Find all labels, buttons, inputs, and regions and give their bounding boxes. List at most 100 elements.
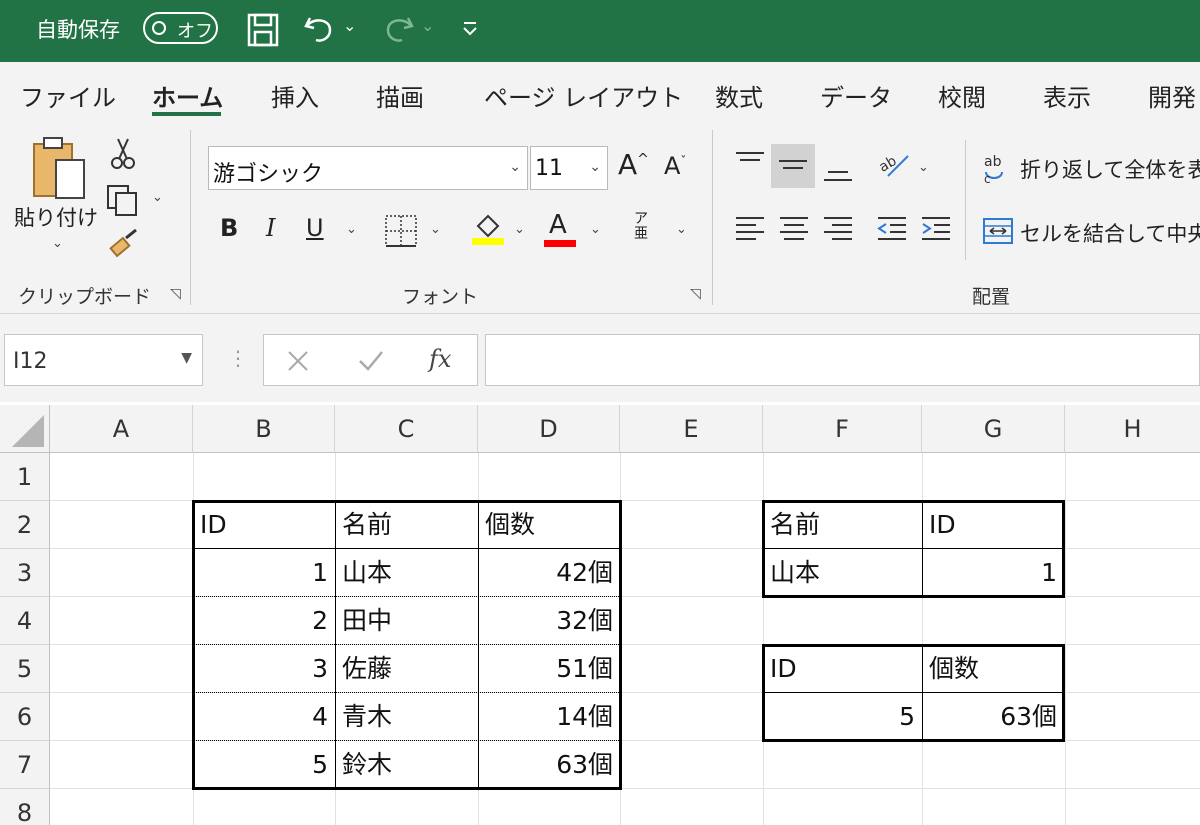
- cell-g2[interactable]: ID: [923, 501, 1063, 549]
- tab-view[interactable]: 表示: [1043, 78, 1091, 113]
- borders-icon[interactable]: [384, 214, 418, 248]
- undo-icon[interactable]: [302, 12, 338, 48]
- fill-color-dropdown-icon[interactable]: ⌄: [514, 222, 525, 237]
- format-painter-icon[interactable]: [106, 228, 140, 262]
- cell-b6[interactable]: 4: [194, 693, 334, 741]
- drag-handle-icon[interactable]: ⋮: [228, 346, 248, 370]
- borders-dropdown-icon[interactable]: ⌄: [430, 222, 441, 237]
- increase-font-size-icon[interactable]: A^: [618, 148, 649, 181]
- cell-b2[interactable]: ID: [194, 501, 334, 549]
- cell-g5[interactable]: 個数: [923, 645, 1063, 693]
- cell-f5[interactable]: ID: [764, 645, 921, 693]
- row-header-8[interactable]: 8: [0, 789, 50, 825]
- tab-draw[interactable]: 描画: [376, 78, 424, 113]
- column-header-f[interactable]: F: [763, 405, 922, 453]
- bottom-align-icon[interactable]: [822, 154, 854, 184]
- cell-b5[interactable]: 3: [194, 645, 334, 693]
- column-header-c[interactable]: C: [335, 405, 478, 453]
- column-header-d[interactable]: D: [478, 405, 620, 453]
- clipboard-launcher-icon[interactable]: ◹: [170, 286, 181, 302]
- worksheet-grid[interactable]: A B C D E F G H 1 2 3 4 5 6 7 8 ID 名前 個数…: [0, 405, 1200, 825]
- tab-developer[interactable]: 開発: [1148, 78, 1196, 113]
- save-icon[interactable]: [246, 12, 280, 48]
- middle-align-button[interactable]: [771, 144, 815, 188]
- cancel-icon[interactable]: [286, 349, 310, 373]
- copy-dropdown-icon[interactable]: ⌄: [152, 190, 163, 205]
- name-box[interactable]: I12 ▼: [4, 334, 203, 386]
- cell-d5[interactable]: 51個: [479, 645, 619, 693]
- font-launcher-icon[interactable]: ◹: [690, 286, 701, 302]
- cell-c4[interactable]: 田中: [336, 597, 477, 645]
- decrease-indent-icon[interactable]: [876, 214, 908, 244]
- row-header-2[interactable]: 2: [0, 501, 50, 549]
- column-header-h[interactable]: H: [1065, 405, 1200, 453]
- column-header-b[interactable]: B: [193, 405, 335, 453]
- cell-c6[interactable]: 青木: [336, 693, 477, 741]
- orientation-dropdown-icon[interactable]: ⌄: [918, 160, 929, 175]
- tab-insert[interactable]: 挿入: [271, 78, 319, 113]
- font-color-dropdown-icon[interactable]: ⌄: [590, 222, 601, 237]
- fill-color-icon[interactable]: [470, 210, 506, 246]
- row-header-5[interactable]: 5: [0, 645, 50, 693]
- row-header-3[interactable]: 3: [0, 549, 50, 597]
- tab-page-layout[interactable]: ページ レイアウト: [484, 78, 683, 113]
- enter-icon[interactable]: [358, 349, 384, 373]
- cell-b7[interactable]: 5: [194, 741, 334, 789]
- row-header-7[interactable]: 7: [0, 741, 50, 789]
- cell-c5[interactable]: 佐藤: [336, 645, 477, 693]
- redo-icon[interactable]: [380, 12, 416, 48]
- orientation-icon[interactable]: ab: [876, 148, 912, 182]
- cell-c7[interactable]: 鈴木: [336, 741, 477, 789]
- undo-dropdown-icon[interactable]: ⌄: [343, 16, 356, 35]
- cell-c3[interactable]: 山本: [336, 549, 477, 597]
- tab-review[interactable]: 校閲: [938, 78, 986, 113]
- tab-file[interactable]: ファイル: [20, 78, 116, 113]
- select-all-button[interactable]: [0, 405, 50, 453]
- row-header-1[interactable]: 1: [0, 453, 50, 501]
- formula-input[interactable]: [485, 334, 1200, 386]
- bold-button[interactable]: B: [220, 214, 238, 242]
- tab-home[interactable]: ホーム: [152, 78, 223, 113]
- cell-g6[interactable]: 63個: [923, 693, 1063, 741]
- font-size-dropdown[interactable]: 11 ⌄: [530, 146, 608, 190]
- cell-f2[interactable]: 名前: [764, 501, 921, 549]
- cell-d2[interactable]: 個数: [479, 501, 619, 549]
- align-left-icon[interactable]: [734, 214, 766, 244]
- row-header-4[interactable]: 4: [0, 597, 50, 645]
- cut-icon[interactable]: [110, 136, 136, 170]
- tab-data[interactable]: データ: [820, 78, 892, 113]
- cell-f6[interactable]: 5: [764, 693, 921, 741]
- cell-d3[interactable]: 42個: [479, 549, 619, 597]
- align-center-icon[interactable]: [778, 214, 810, 244]
- cell-d4[interactable]: 32個: [479, 597, 619, 645]
- tab-formulas[interactable]: 数式: [715, 78, 763, 113]
- column-header-a[interactable]: A: [50, 405, 193, 453]
- italic-button[interactable]: I: [266, 214, 275, 242]
- underline-button[interactable]: U: [306, 214, 324, 242]
- phonetic-dropdown-icon[interactable]: ⌄: [676, 222, 687, 237]
- row-header-6[interactable]: 6: [0, 693, 50, 741]
- font-name-dropdown[interactable]: 游ゴシック ⌄: [208, 146, 528, 190]
- phonetic-guide-button[interactable]: ア亜: [634, 212, 652, 242]
- align-right-icon[interactable]: [822, 214, 854, 244]
- paste-icon[interactable]: [30, 136, 88, 206]
- cell-c2[interactable]: 名前: [336, 501, 477, 549]
- paste-label[interactable]: 貼り付け: [14, 202, 98, 232]
- increase-indent-icon[interactable]: [920, 214, 952, 244]
- cell-f3[interactable]: 山本: [764, 549, 921, 597]
- cell-d6[interactable]: 14個: [479, 693, 619, 741]
- insert-function-button[interactable]: fx: [429, 345, 451, 373]
- customize-qat-icon[interactable]: [461, 20, 479, 38]
- merge-center-button[interactable]: セルを結合して中央: [982, 216, 1200, 250]
- cell-g3[interactable]: 1: [923, 549, 1063, 597]
- paste-dropdown-icon[interactable]: ⌄: [52, 236, 63, 251]
- decrease-font-size-icon[interactable]: Aˇ: [664, 152, 686, 180]
- copy-icon[interactable]: [106, 184, 140, 216]
- underline-dropdown-icon[interactable]: ⌄: [346, 222, 357, 237]
- font-color-button[interactable]: A: [544, 210, 578, 250]
- column-header-e[interactable]: E: [620, 405, 763, 453]
- wrap-text-button[interactable]: ab c 折り返して全体を表: [982, 152, 1200, 186]
- cell-d7[interactable]: 63個: [479, 741, 619, 789]
- chevron-down-icon[interactable]: ▼: [181, 350, 192, 366]
- top-align-icon[interactable]: [734, 150, 766, 180]
